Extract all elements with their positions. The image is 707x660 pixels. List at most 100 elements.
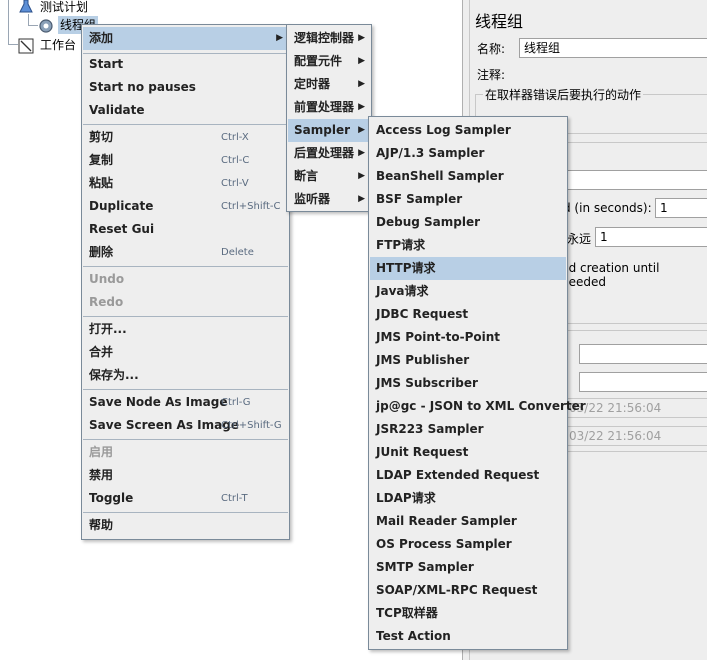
menu-item-save-screen-image[interactable]: Save Screen As Image Ctrl+Shift-G: [83, 414, 288, 437]
sampler-item[interactable]: BSF Sampler: [370, 188, 566, 211]
submenu-item-assertion[interactable]: 断言 ▶: [288, 165, 370, 188]
loop-forever-label: 永远: [567, 232, 592, 246]
menu-item-label: LDAP请求: [376, 491, 436, 505]
menu-item-toggle[interactable]: Toggle Ctrl-T: [83, 487, 288, 510]
menu-item-label: Reset Gui: [89, 222, 155, 236]
comment-label: 注释:: [477, 68, 506, 82]
menu-item-label: SOAP/XML-RPC Request: [376, 583, 538, 597]
thread-count-field[interactable]: [567, 170, 707, 190]
menu-item-redo: Redo: [83, 291, 288, 314]
loop-count-field[interactable]: 1: [595, 227, 707, 247]
menu-item-reset-gui[interactable]: Reset Gui: [83, 218, 288, 241]
tree-connector: [8, 44, 18, 45]
menu-item-duplicate[interactable]: Duplicate Ctrl+Shift-C: [83, 195, 288, 218]
menu-item-label: SMTP Sampler: [376, 560, 474, 574]
shortcut-label: Ctrl-T: [221, 493, 248, 504]
menu-item-label: 打开...: [89, 322, 127, 336]
menu-item-label: 禁用: [89, 468, 114, 482]
menu-item-start-no-pauses[interactable]: Start no pauses: [83, 76, 288, 99]
sampler-item[interactable]: Mail Reader Sampler: [370, 510, 566, 533]
sampler-item[interactable]: OS Process Sampler: [370, 533, 566, 556]
menu-item-open[interactable]: 打开...: [83, 318, 288, 341]
menu-item-label: BSF Sampler: [376, 192, 463, 206]
menu-item-help[interactable]: 帮助: [83, 514, 288, 537]
sampler-item[interactable]: LDAP Extended Request: [370, 464, 566, 487]
menu-item-cut[interactable]: 剪切 Ctrl-X: [83, 126, 288, 149]
submenu-item-config-element[interactable]: 配置元件 ▶: [288, 50, 370, 73]
sampler-item[interactable]: SMTP Sampler: [370, 556, 566, 579]
sampler-item[interactable]: Test Action: [370, 625, 566, 648]
submenu-arrow-icon: ▶: [358, 56, 365, 66]
shortcut-label: Ctrl-X: [221, 132, 249, 143]
error-action-label: 在取样器错误后要执行的动作: [483, 86, 644, 103]
menu-item-save-as[interactable]: 保存为...: [83, 364, 288, 387]
sampler-item[interactable]: JMS Publisher: [370, 349, 566, 372]
submenu-item-logic-controller[interactable]: 逻辑控制器 ▶: [288, 27, 370, 50]
sampler-item[interactable]: JUnit Request: [370, 441, 566, 464]
sampler-item[interactable]: JMS Subscriber: [370, 372, 566, 395]
name-label: 名称:: [477, 42, 506, 56]
menu-item-merge[interactable]: 合并: [83, 341, 288, 364]
name-field[interactable]: 线程组: [519, 38, 707, 58]
menu-item-label: 配置元件: [294, 54, 343, 68]
submenu-arrow-icon: ▶: [358, 194, 365, 204]
menu-item-add[interactable]: 添加 ▶: [83, 27, 288, 50]
menu-item-label: JMS Publisher: [376, 353, 470, 367]
submenu-item-listener[interactable]: 监听器 ▶: [288, 188, 370, 211]
end-time-field[interactable]: 03/22 21:56:04: [565, 426, 707, 446]
menu-item-label: LDAP Extended Request: [376, 468, 540, 482]
menu-item-label: HTTP请求: [376, 261, 436, 275]
menu-item-label: 帮助: [89, 518, 114, 532]
tree-item-label: 测试计划: [40, 0, 89, 14]
menu-item-label: 添加: [89, 31, 114, 45]
sampler-item[interactable]: BeanShell Sampler: [370, 165, 566, 188]
menu-item-label: Java请求: [376, 284, 429, 298]
sampler-item[interactable]: Access Log Sampler: [370, 119, 566, 142]
submenu-item-pre-processor[interactable]: 前置处理器 ▶: [288, 96, 370, 119]
menu-item-label: Undo: [89, 272, 125, 286]
tree-connector: [28, 25, 38, 26]
comment-field[interactable]: [519, 64, 707, 84]
menu-item-save-node-image[interactable]: Save Node As Image Ctrl-G: [83, 391, 288, 414]
sampler-item-http-request[interactable]: HTTP请求: [370, 257, 566, 280]
shortcut-label: Ctrl-G: [221, 397, 251, 408]
menu-item-label: 定时器: [294, 77, 331, 91]
menu-item-undo: Undo: [83, 268, 288, 291]
sampler-item[interactable]: FTP请求: [370, 234, 566, 257]
duration-field[interactable]: [579, 344, 707, 364]
ramp-up-field[interactable]: 1: [655, 198, 707, 218]
sampler-item[interactable]: jp@gc - JSON to XML Converter: [370, 395, 586, 418]
menu-item-validate[interactable]: Validate: [83, 99, 288, 122]
sampler-item[interactable]: JSR223 Sampler: [370, 418, 566, 441]
sampler-item[interactable]: JMS Point-to-Point: [370, 326, 566, 349]
sampler-item[interactable]: Java请求: [370, 280, 566, 303]
submenu-item-timer[interactable]: 定时器 ▶: [288, 73, 370, 96]
start-time-field[interactable]: 03/22 21:56:04: [565, 398, 707, 418]
menu-item-label: 复制: [89, 153, 114, 167]
startup-delay-field[interactable]: [579, 372, 707, 392]
tree-connector: [8, 0, 9, 44]
menu-item-label: Redo: [89, 295, 124, 309]
submenu-item-post-processor[interactable]: 后置处理器 ▶: [288, 142, 370, 165]
sampler-item[interactable]: TCP取样器: [370, 602, 566, 625]
sampler-item[interactable]: SOAP/XML-RPC Request: [370, 579, 566, 602]
sampler-item[interactable]: LDAP请求: [370, 487, 566, 510]
menu-item-label: 删除: [89, 245, 114, 259]
menu-item-paste[interactable]: 粘贴 Ctrl-V: [83, 172, 288, 195]
menu-item-label: 启用: [89, 445, 114, 459]
menu-item-label: FTP请求: [376, 238, 426, 252]
sampler-item[interactable]: JDBC Request: [370, 303, 566, 326]
sampler-submenu: Access Log Sampler AJP/1.3 Sampler BeanS…: [368, 116, 586, 650]
submenu-item-sampler[interactable]: Sampler ▶: [288, 119, 370, 142]
sampler-item[interactable]: AJP/1.3 Sampler: [370, 142, 566, 165]
menu-item-label: 剪切: [89, 130, 114, 144]
menu-item-copy[interactable]: 复制 Ctrl-C: [83, 149, 288, 172]
submenu-arrow-icon: ▶: [358, 33, 365, 43]
sampler-item[interactable]: Debug Sampler: [370, 211, 566, 234]
menu-item-start[interactable]: Start: [83, 53, 288, 76]
menu-item-disable[interactable]: 禁用: [83, 464, 288, 487]
menu-item-delete[interactable]: 删除 Delete: [83, 241, 288, 264]
menu-item-label: 监听器: [294, 192, 331, 206]
menu-item-label: BeanShell Sampler: [376, 169, 504, 183]
menu-item-label: 逻辑控制器: [294, 31, 355, 45]
